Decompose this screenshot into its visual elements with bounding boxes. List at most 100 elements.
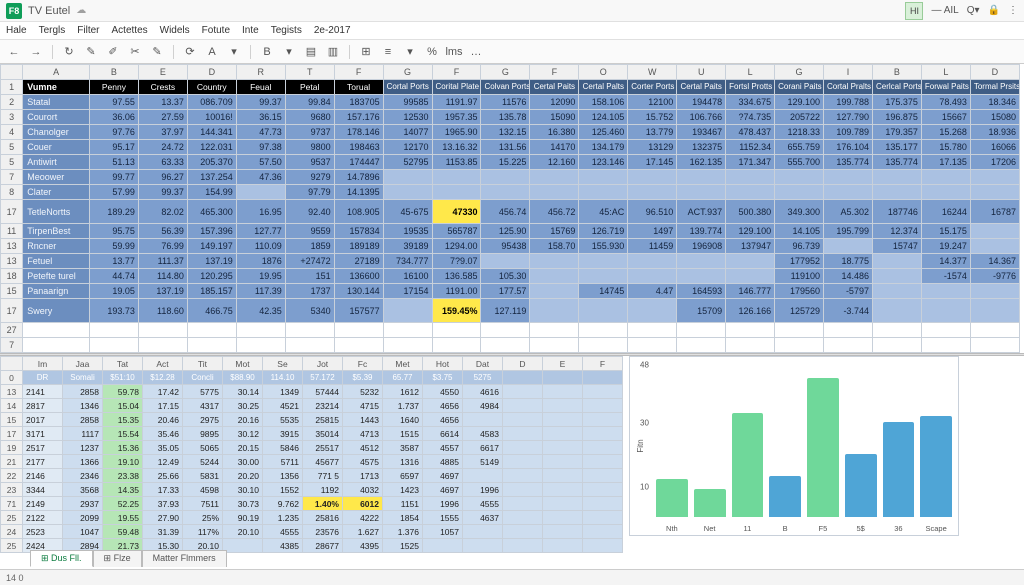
empty-cell[interactable] — [872, 338, 921, 353]
data-cell[interactable]: 177952 — [775, 254, 824, 269]
data-cell[interactable]: 5340 — [285, 299, 334, 323]
data-cell[interactable]: 76.99 — [138, 239, 187, 254]
data-cell[interactable]: 125.460 — [579, 125, 628, 140]
toolbar-btn-16[interactable]: ▾ — [402, 44, 418, 60]
empty-cell[interactable] — [824, 338, 873, 353]
data-cell[interactable]: 5065 — [183, 441, 223, 455]
menu-dots-icon[interactable]: ⋮ — [1008, 5, 1018, 16]
data-cell[interactable]: 1294.00 — [432, 239, 481, 254]
data-cell[interactable]: 137.19 — [187, 254, 236, 269]
data-cell[interactable] — [432, 185, 481, 200]
data-cell[interactable]: 175.375 — [872, 95, 921, 110]
toolbar-btn-4[interactable]: ✐ — [105, 44, 121, 60]
data-cell[interactable]: 1996 — [423, 497, 463, 511]
data-cell[interactable]: 24.72 — [138, 140, 187, 155]
row-header[interactable]: 5 — [1, 155, 23, 170]
data-cell[interactable]: 500.380 — [726, 200, 775, 224]
data-cell[interactable] — [872, 284, 921, 299]
data-cell[interactable]: 123.146 — [579, 155, 628, 170]
empty-cell[interactable] — [23, 323, 90, 338]
data-cell[interactable] — [503, 511, 543, 525]
data-cell[interactable]: 154.99 — [187, 185, 236, 200]
data-cell[interactable]: 4557 — [423, 441, 463, 455]
data-cell[interactable]: 3915 — [263, 427, 303, 441]
empty-cell[interactable] — [628, 338, 677, 353]
data-cell[interactable]: 19.05 — [89, 284, 138, 299]
data-cell[interactable] — [970, 185, 1019, 200]
table-header-cell[interactable]: 65.77 — [383, 371, 423, 385]
col-header[interactable]: D — [187, 65, 236, 80]
data-cell[interactable] — [970, 299, 1019, 323]
toolbar-btn-11[interactable]: ▾ — [281, 44, 297, 60]
data-cell[interactable]: 1443 — [343, 413, 383, 427]
data-cell[interactable]: 157577 — [334, 299, 383, 323]
menu-inte[interactable]: Inte — [242, 25, 259, 36]
data-cell[interactable]: 14.105 — [775, 224, 824, 239]
data-cell[interactable]: 4395 — [343, 539, 383, 553]
data-cell[interactable] — [383, 299, 432, 323]
data-cell[interactable]: 135.774 — [824, 155, 873, 170]
data-cell[interactable]: 5775 — [183, 385, 223, 399]
data-cell[interactable]: 52.25 — [103, 497, 143, 511]
col-header[interactable]: D — [970, 65, 1019, 80]
data-cell[interactable]: 31.39 — [143, 525, 183, 539]
col-header[interactable]: F — [530, 65, 579, 80]
row-header[interactable]: 27 — [1, 323, 23, 338]
data-cell[interactable] — [579, 269, 628, 284]
data-cell[interactable]: 126.166 — [726, 299, 775, 323]
toolbar-btn-12[interactable]: ▤ — [303, 44, 319, 60]
empty-cell[interactable] — [334, 338, 383, 353]
data-cell[interactable]: 1.376 — [383, 525, 423, 539]
empty-cell[interactable] — [579, 338, 628, 353]
data-cell[interactable]: 44.74 — [89, 269, 138, 284]
data-cell[interactable]: 95.17 — [89, 140, 138, 155]
data-cell[interactable]: 1423 — [383, 483, 423, 497]
data-cell[interactable]: 1151 — [383, 497, 423, 511]
data-cell[interactable]: 2975 — [183, 413, 223, 427]
data-cell[interactable] — [921, 185, 970, 200]
data-cell[interactable]: 134.179 — [579, 140, 628, 155]
empty-cell[interactable] — [432, 338, 481, 353]
embedded-chart[interactable]: Fitn 483010NthNet11BF55$36Scape — [629, 356, 959, 536]
row-label[interactable]: Statal — [23, 95, 90, 110]
data-cell[interactable]: 2141 — [23, 385, 63, 399]
row-header[interactable]: 14 — [1, 399, 23, 413]
user-avatar[interactable]: HI — [905, 2, 923, 20]
table-header-cell[interactable]: 114.10 — [263, 371, 303, 385]
col-header[interactable]: B — [89, 65, 138, 80]
data-cell[interactable]: 28677 — [303, 539, 343, 553]
data-cell[interactable]: 14.1395 — [334, 185, 383, 200]
data-cell[interactable]: 1152.34 — [726, 140, 775, 155]
data-cell[interactable]: 15080 — [970, 110, 1019, 125]
row-label[interactable]: Antiwirt — [23, 155, 90, 170]
empty-cell[interactable] — [481, 323, 530, 338]
data-cell[interactable]: ?74.735 — [726, 110, 775, 125]
data-cell[interactable]: 17.145 — [628, 155, 677, 170]
data-cell[interactable]: 16787 — [970, 200, 1019, 224]
data-cell[interactable] — [628, 254, 677, 269]
data-cell[interactable]: 57.99 — [89, 185, 138, 200]
data-cell[interactable]: 1057 — [423, 525, 463, 539]
data-cell[interactable]: 178.146 — [334, 125, 383, 140]
data-cell[interactable] — [726, 185, 775, 200]
data-cell[interactable]: 158.70 — [530, 239, 579, 254]
data-cell[interactable]: 4984 — [463, 399, 503, 413]
row-label[interactable]: Clater — [23, 185, 90, 200]
empty-cell[interactable] — [775, 338, 824, 353]
table-header-cell[interactable]: $5.39 — [343, 371, 383, 385]
data-cell[interactable]: 15.268 — [921, 125, 970, 140]
data-cell[interactable]: 4583 — [463, 427, 503, 441]
col-header[interactable]: O — [579, 65, 628, 80]
data-cell[interactable]: 4715 — [343, 399, 383, 413]
data-cell[interactable]: 1366 — [63, 455, 103, 469]
data-cell[interactable]: 1346 — [63, 399, 103, 413]
data-cell[interactable] — [543, 539, 583, 553]
data-cell[interactable]: 2858 — [63, 385, 103, 399]
data-cell[interactable] — [543, 469, 583, 483]
empty-cell[interactable] — [285, 338, 334, 353]
data-cell[interactable]: 17154 — [383, 284, 432, 299]
data-cell[interactable]: 127.119 — [481, 299, 530, 323]
data-cell[interactable]: 106.766 — [677, 110, 726, 125]
data-cell[interactable] — [503, 385, 543, 399]
data-cell[interactable]: 20.10 — [223, 525, 263, 539]
